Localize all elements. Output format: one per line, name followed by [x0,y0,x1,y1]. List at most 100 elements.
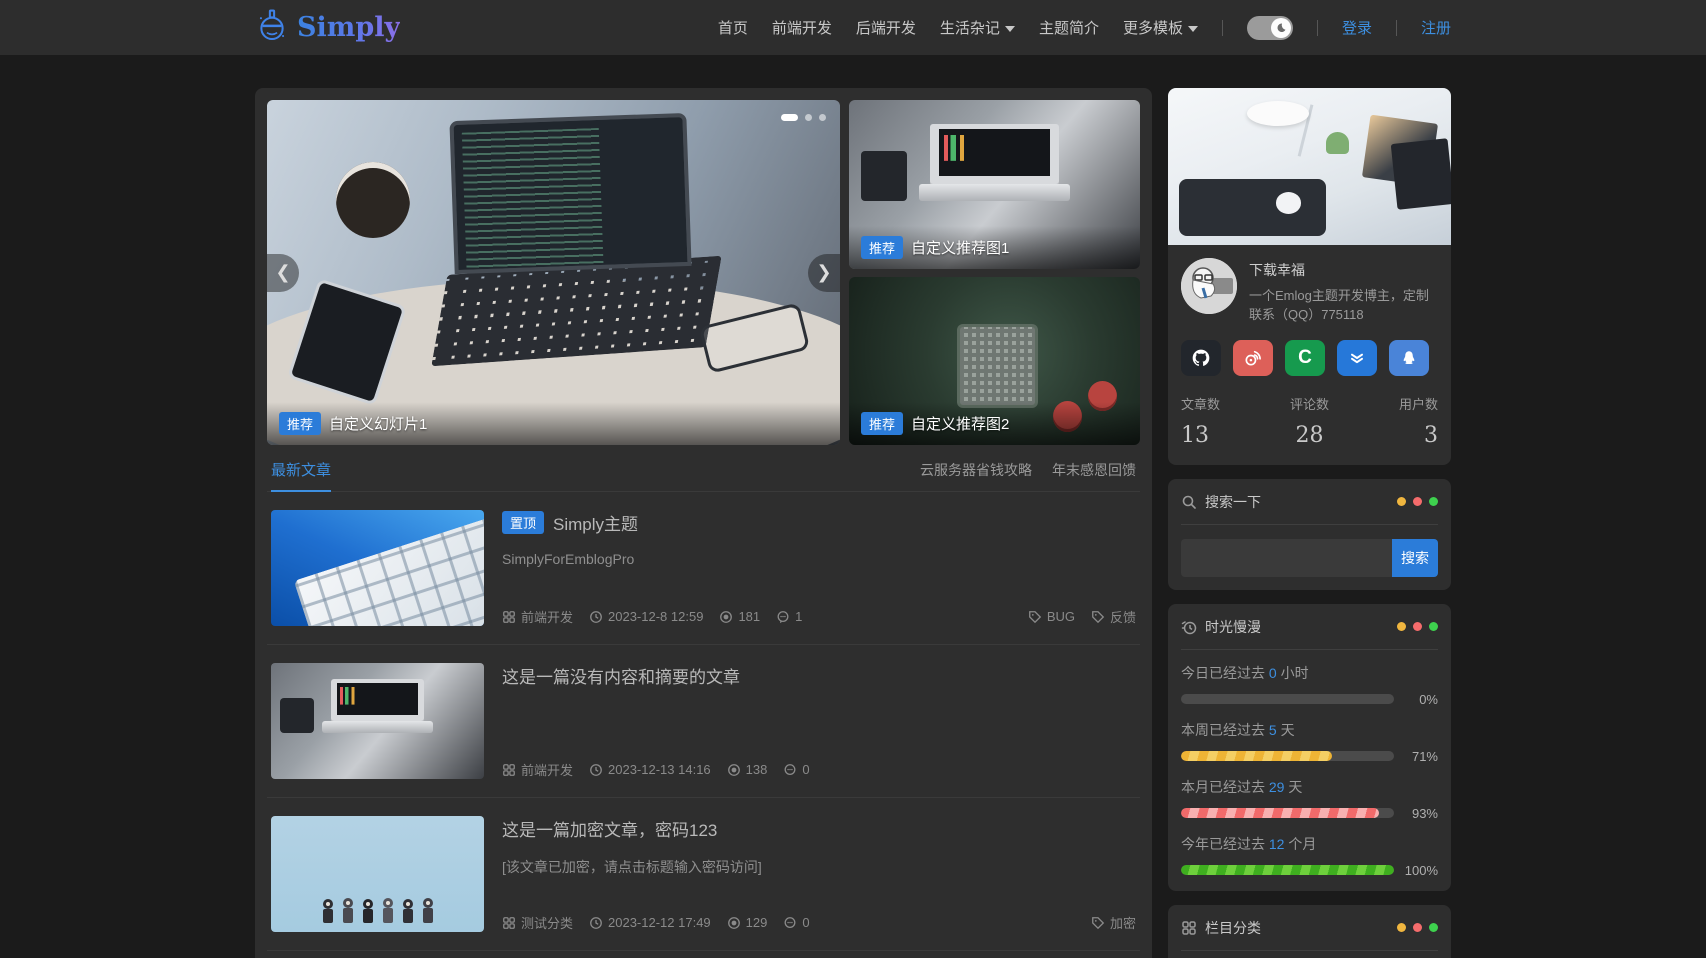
nav-item-frontend[interactable]: 前端开发 [772,17,832,38]
avatar[interactable] [1181,258,1237,314]
nav-item-home[interactable]: 首页 [718,17,748,38]
desk-mat-shape [1179,179,1326,236]
recommend-badge: 推荐 [861,412,903,435]
recommended-title[interactable]: 自定义推荐图2 [911,413,1009,434]
divider [1181,649,1438,650]
site-logo[interactable]: Simply [255,8,400,47]
carousel-next-button[interactable]: ❯ [808,254,840,292]
chevrons-icon[interactable] [1337,340,1377,376]
nav-item-backend[interactable]: 后端开发 [856,17,916,38]
clock-icon [589,916,603,930]
search-input[interactable] [1181,539,1392,577]
profile-name: 下载幸福 [1249,260,1438,280]
nav-item-life[interactable]: 生活杂记 [940,17,1015,38]
avatar-cartoon [1181,258,1237,314]
eye-icon [719,610,733,624]
laptop-shape [1391,139,1451,210]
qq-icon[interactable] [1389,340,1429,376]
grid-icon [502,763,516,777]
pixel-people-shapes [318,892,438,932]
divider [1181,950,1438,951]
nav-item-more-templates[interactable]: 更多模板 [1123,17,1198,38]
slide-title[interactable]: 自定义幻灯片1 [329,413,427,434]
comment-icon [783,916,797,930]
progress-track [1181,751,1394,761]
cpu-shape [960,327,1036,405]
promo-link-year-end[interactable]: 年末感恩回馈 [1052,460,1136,480]
divider [1222,20,1223,36]
tag-icon [1091,916,1105,930]
login-link[interactable]: 登录 [1342,17,1372,38]
search-icon [1181,494,1197,510]
window-dots [1397,622,1438,631]
dot-yellow [1397,923,1406,932]
article-tag-feedback[interactable]: 反馈 [1091,607,1136,626]
recommended-title[interactable]: 自定义推荐图1 [911,237,1009,258]
categories-widget: 栏目分类 前端开发 7 后端开发 1 [1168,905,1451,958]
widget-title: 时光慢漫 [1205,617,1261,637]
mouse-shape [1276,192,1301,214]
profile-card: 下载幸福 一个Emlog主题开发博主，定制联系（QQ）775118 C [1168,88,1451,465]
progress-fill-month [1181,808,1379,818]
dot-red [1413,497,1422,506]
promo-link-cloud-server[interactable]: 云服务器省钱攻略 [920,460,1032,480]
blue-keyboard-image [271,510,484,626]
article-thumbnail[interactable] [271,816,484,932]
laptop-base-shape [919,184,1070,201]
divider [1181,524,1438,525]
progress-track [1181,694,1394,704]
article-title[interactable]: Simply主题 [553,510,638,535]
navbar: Simply 首页 前端开发 后端开发 生活杂记 主题简介 更多模板 登录 注册 [0,0,1706,55]
progress-percent: 100% [1394,863,1438,878]
time-row-year: 今年已经过去 12 个月 100% [1181,834,1438,878]
dot-yellow [1397,622,1406,631]
divider [1317,20,1318,36]
phone-shape [861,151,908,202]
chevron-down-icon [1188,26,1198,32]
carousel-slide[interactable]: ❮ ❯ 推荐 自定义幻灯片1 [267,100,840,445]
github-icon[interactable] [1181,340,1221,376]
coffee-cup-shape [336,162,410,238]
search-button[interactable]: 搜索 [1392,539,1438,577]
article-views: 129 [727,915,768,930]
article-category[interactable]: 前端开发 [502,760,573,779]
green-c-icon[interactable]: C [1285,340,1325,376]
article-category[interactable]: 测试分类 [502,913,573,932]
comment-icon [776,610,790,624]
dot-green [1429,622,1438,631]
article-thumbnail[interactable] [271,663,484,779]
weibo-icon[interactable] [1233,340,1273,376]
keyboard-keys-shape [294,510,484,626]
clock-icon [1181,619,1197,635]
carousel-indicator[interactable] [819,114,826,121]
progress-fill-week [1181,751,1332,761]
clock-icon [589,610,603,624]
article-category[interactable]: 前端开发 [502,607,573,626]
profile-cover-image[interactable] [1168,88,1451,245]
article-tag-bug[interactable]: BUG [1028,609,1075,624]
social-links: C [1181,340,1438,376]
eye-icon [727,763,741,777]
register-link[interactable]: 注册 [1421,17,1451,38]
dot-green [1429,497,1438,506]
carousel-indicator[interactable] [805,114,812,121]
stat-users: 用户数 3 [1399,394,1438,448]
article-excerpt: [该文章已加密，请点击标题输入密码访问] [502,857,1136,877]
article-thumbnail[interactable] [271,510,484,626]
article-row: 这是一篇没有内容和摘要的文章 前端开发 2023-12-13 14:16 138 [267,645,1140,798]
recommended-item-2[interactable]: 推荐 自定义推荐图2 [849,277,1140,446]
article-views: 181 [719,609,760,624]
nav-item-theme-intro[interactable]: 主题简介 [1039,17,1099,38]
tag-icon [1091,610,1105,624]
article-title[interactable]: 这是一篇没有内容和摘要的文章 [502,663,740,688]
article-date: 2023-12-8 12:59 [589,609,703,624]
dark-mode-toggle[interactable] [1247,16,1293,40]
recommend-badge: 推荐 [861,236,903,259]
article-tag-encrypted[interactable]: 加密 [1091,913,1136,932]
article-title[interactable]: 这是一篇加密文章，密码123 [502,816,717,841]
tab-latest-articles[interactable]: 最新文章 [271,459,331,492]
time-row-week: 本周已经过去 5 天 71% [1181,720,1438,764]
carousel-indicator[interactable] [781,114,798,121]
eye-icon [727,916,741,930]
recommended-item-1[interactable]: 推荐 自定义推荐图1 [849,100,1140,269]
